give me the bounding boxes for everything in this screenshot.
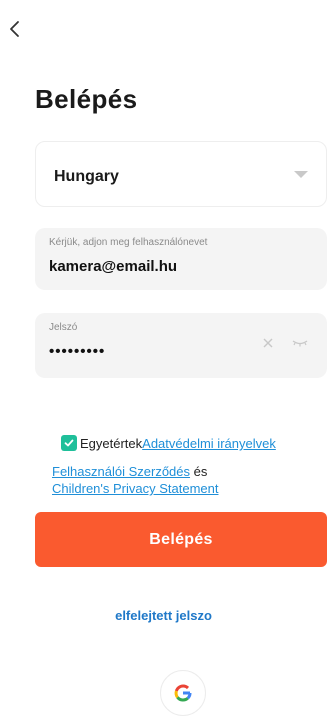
consent-line-3: Children's Privacy Statement (52, 481, 219, 496)
login-button[interactable]: Belépés (35, 512, 327, 567)
google-login-button[interactable] (160, 670, 206, 716)
username-value: kamera@email.hu (49, 258, 178, 275)
close-icon[interactable] (261, 336, 275, 350)
page-title: Belépés (35, 84, 138, 114)
consent-prefix: Egyetértek (80, 436, 143, 451)
privacy-policy-link[interactable]: Adatvédelmi irányelvek (142, 436, 276, 451)
country-value: Hungary (54, 168, 119, 185)
user-agreement-link[interactable]: Felhasználói Szerződés (52, 464, 190, 479)
google-icon (174, 684, 192, 702)
consent-line-2: Felhasználói Szerződés és (52, 464, 207, 479)
children-privacy-link[interactable]: Children's Privacy Statement (52, 481, 219, 496)
username-field[interactable]: Kérjük, adjon meg felhasználónevet kamer… (35, 228, 327, 290)
username-label: Kérjük, adjon meg felhasználónevet (49, 237, 208, 248)
back-button[interactable] (0, 14, 30, 44)
consent-checkbox[interactable] (61, 435, 77, 451)
password-label: Jelszó (49, 322, 78, 333)
eye-closed-icon[interactable] (291, 337, 309, 349)
country-select[interactable]: Hungary (35, 141, 327, 207)
consent-line: Egyetértek Adatvédelmi irányelvek (80, 436, 276, 451)
forgot-password-link[interactable]: elfelejtett jelszo (0, 608, 327, 623)
password-value: ••••••••• (49, 343, 106, 360)
chevron-left-icon (10, 21, 19, 37)
check-icon (64, 439, 74, 447)
password-field[interactable]: Jelszó ••••••••• (35, 313, 327, 378)
chevron-down-icon (294, 171, 308, 178)
and-text: és (190, 464, 208, 479)
